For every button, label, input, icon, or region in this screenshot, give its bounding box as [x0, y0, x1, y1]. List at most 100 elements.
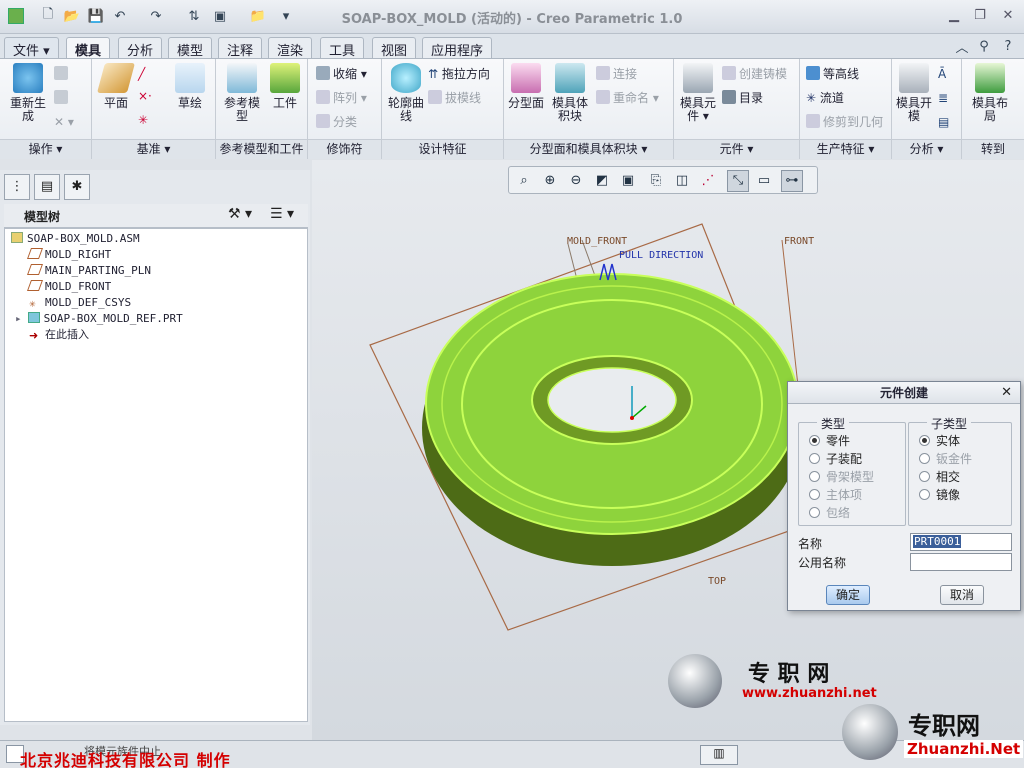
- silhouette-button[interactable]: 轮廓曲线: [386, 63, 426, 123]
- type-option-skeleton[interactable]: 骨架模型: [809, 469, 874, 485]
- group-label-analysis[interactable]: 分析 ▾: [892, 139, 961, 159]
- mold-volume-button[interactable]: 模具体积块: [548, 63, 592, 123]
- text-analysis-icon[interactable]: Ā: [938, 65, 946, 83]
- type-option-part[interactable]: 零件: [809, 433, 850, 449]
- datum-plane-icon: [26, 248, 44, 259]
- type-group: 类型 零件 子装配 骨架模型 主体项 包络: [798, 415, 906, 526]
- tab-annotate[interactable]: 注释: [218, 37, 263, 59]
- silhouette-icon: [391, 63, 421, 93]
- tree-settings-icon[interactable]: ⚒ ▾: [228, 206, 252, 222]
- tree-node-main-parting-pln[interactable]: MAIN_PARTING_PLN: [26, 263, 151, 279]
- search-icon[interactable]: ⚲: [974, 36, 994, 56]
- paste-icon[interactable]: [54, 89, 71, 107]
- tab-file[interactable]: 文件 ▾: [4, 37, 59, 59]
- group-label-datum[interactable]: 基准 ▾: [92, 139, 215, 159]
- ref-model-button[interactable]: 参考模型: [220, 63, 264, 123]
- create-casting-button[interactable]: 创建铸模: [722, 65, 787, 83]
- tab-applications[interactable]: 应用程序: [422, 37, 493, 59]
- subtype-group: 子类型 实体 钣金件 相交 镜像: [908, 415, 1012, 526]
- group-label-operations[interactable]: 操作 ▾: [0, 139, 91, 159]
- bar-analysis-icon[interactable]: ▤: [938, 113, 949, 131]
- close-icon[interactable]: ✕: [998, 8, 1018, 24]
- label-front: FRONT: [784, 236, 814, 247]
- navigator-tabs: ⋮ ▤ ✱: [4, 174, 104, 200]
- type-option-bulk-item[interactable]: 主体项: [809, 487, 862, 503]
- trim-button[interactable]: 修剪到几何: [806, 113, 883, 131]
- parting-surface-button[interactable]: 分型面: [508, 63, 544, 110]
- favorites-tab-icon[interactable]: ✱: [64, 174, 90, 200]
- connect-button[interactable]: 连接: [596, 65, 637, 83]
- tree-show-icon[interactable]: ☰ ▾: [270, 206, 294, 222]
- connect-icon: [596, 66, 610, 80]
- subtype-option-intersect[interactable]: 相交: [919, 469, 960, 485]
- common-name-label: 公用名称: [798, 556, 847, 570]
- radio-icon: [919, 453, 930, 464]
- tab-model[interactable]: 模型: [168, 37, 213, 59]
- watermark-url-2: Zhuanzhi.Net: [904, 740, 1024, 758]
- draft-line-button[interactable]: 拔模线: [428, 89, 481, 107]
- pull-direction-button[interactable]: ⇈ 拖拉方向: [428, 65, 490, 83]
- part-icon: [27, 312, 40, 323]
- axis-icon[interactable]: ╱: [138, 65, 145, 83]
- dialog-close-icon[interactable]: ✕: [1001, 385, 1012, 400]
- contour-button[interactable]: 等高线: [806, 65, 859, 83]
- tree-node-ref-part[interactable]: ▸ SOAP-BOX_MOLD_REF.PRT: [15, 311, 183, 327]
- sketch-button[interactable]: 草绘: [170, 63, 210, 110]
- group-label-component[interactable]: 元件 ▾: [674, 139, 799, 159]
- radio-icon: [809, 507, 820, 518]
- plane-button[interactable]: 平面: [96, 63, 136, 110]
- rename-button[interactable]: 重命名 ▾: [596, 89, 659, 107]
- stack-analysis-icon[interactable]: ≣: [938, 89, 948, 107]
- delete-icon[interactable]: ✕ ▾: [54, 113, 74, 131]
- subtype-option-sheetmetal[interactable]: 钣金件: [919, 451, 972, 467]
- restore-icon[interactable]: ❐: [970, 8, 990, 24]
- minimize-icon[interactable]: ▁: [944, 8, 964, 24]
- watermark-url: www.zhuanzhi.net: [742, 686, 877, 701]
- classify-button[interactable]: 分类: [316, 113, 357, 131]
- radio-icon: [809, 489, 820, 500]
- mold-layout-button[interactable]: 模具布局: [968, 63, 1012, 123]
- group-label-production[interactable]: 生产特征 ▾: [800, 139, 891, 159]
- help-icon[interactable]: ?: [998, 36, 1018, 56]
- subtype-option-mirror[interactable]: 镜像: [919, 487, 960, 503]
- tab-render[interactable]: 渲染: [268, 37, 313, 59]
- cancel-button[interactable]: 取消: [940, 585, 984, 605]
- folder-browser-tab-icon[interactable]: ▤: [34, 174, 60, 200]
- workpiece-button[interactable]: 工件: [266, 63, 304, 110]
- tab-view[interactable]: 视图: [372, 37, 417, 59]
- tab-tools[interactable]: 工具: [320, 37, 365, 59]
- copy-icon[interactable]: [54, 65, 71, 83]
- regenerate-button[interactable]: 重新生成: [6, 63, 50, 123]
- common-name-input[interactable]: [910, 553, 1012, 571]
- filter-icon[interactable]: ▥: [700, 745, 738, 765]
- tab-mold[interactable]: 模具: [66, 37, 111, 59]
- point-icon[interactable]: ×·: [138, 87, 152, 105]
- tab-analysis[interactable]: 分析: [118, 37, 163, 59]
- ok-button[interactable]: 确定: [826, 585, 870, 605]
- tree-node-mold-right[interactable]: MOLD_RIGHT: [26, 247, 111, 263]
- expand-arrow-icon[interactable]: ▸: [15, 312, 22, 325]
- group-component: 模具元件 ▾ 创建铸模 目录 元件 ▾: [674, 59, 800, 159]
- runner-button[interactable]: ✳ 流道: [806, 89, 844, 107]
- mold-component-button[interactable]: 模具元件 ▾: [678, 63, 718, 123]
- type-option-subassembly[interactable]: 子装配: [809, 451, 862, 467]
- subtype-option-solid[interactable]: 实体: [919, 433, 960, 449]
- name-input[interactable]: PRT0001: [910, 533, 1012, 551]
- tree-node-mold-def-csys[interactable]: ✳ MOLD_DEF_CSYS: [29, 295, 131, 311]
- shrink-button[interactable]: 收缩 ▾: [316, 65, 367, 83]
- collapse-ribbon-icon[interactable]: ︿: [952, 36, 972, 56]
- array-button[interactable]: 阵列 ▾: [316, 89, 367, 107]
- tree-node-insert-here[interactable]: ➜ 在此插入: [29, 327, 89, 343]
- tree-node-assembly[interactable]: SOAP-BOX_MOLD.ASM: [11, 231, 140, 247]
- type-option-envelope[interactable]: 包络: [809, 505, 850, 521]
- csys-icon[interactable]: ✳: [138, 111, 148, 129]
- mold-open-button[interactable]: 模具开模: [896, 63, 932, 123]
- group-label-parting[interactable]: 分型面和模具体积块 ▾: [504, 139, 673, 159]
- mold-component-icon: [683, 63, 713, 93]
- tree-node-mold-front[interactable]: MOLD_FRONT: [26, 279, 111, 295]
- label-pull-direction: PULL DIRECTION: [619, 250, 703, 261]
- watermark-corner: 专职网 Zhuanzhi.Net: [842, 700, 1024, 766]
- catalog-button[interactable]: 目录: [722, 89, 763, 107]
- rename-icon: [596, 90, 610, 104]
- model-tree-tab-icon[interactable]: ⋮: [4, 174, 30, 200]
